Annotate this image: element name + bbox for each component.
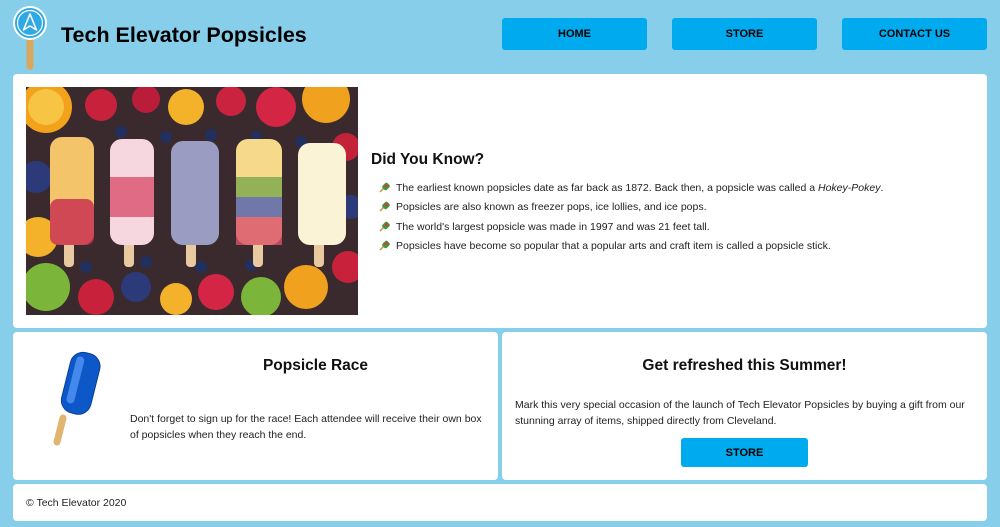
- store-button[interactable]: STORE: [681, 438, 808, 467]
- popsicle-logo-icon[interactable]: [12, 6, 48, 72]
- popsicle-race-text: Don't forget to sign up for the race! Ea…: [130, 413, 482, 441]
- popsicle-bullet-icon: [379, 182, 390, 193]
- summer-title: Get refreshed this Summer!: [642, 357, 847, 374]
- nav-home-button[interactable]: HOME: [502, 18, 647, 50]
- site-title: Tech Elevator Popsicles: [61, 23, 307, 47]
- summer-text: Mark this very special occasion of the l…: [515, 399, 965, 427]
- site-footer: © Tech Elevator 2020: [13, 484, 987, 521]
- fact-item: The earliest known popsicles date as far…: [378, 181, 883, 200]
- fact-item: Popsicles are also known as freezer pops…: [378, 200, 883, 219]
- popsicle-race-card: Popsicle Race Don't forget to sign up fo…: [13, 332, 498, 480]
- popsicles-and-fruit-photo: [26, 87, 358, 315]
- nav-store-button[interactable]: STORE: [672, 18, 817, 50]
- nav-contact-button[interactable]: CONTACT US: [842, 18, 987, 50]
- summer-card: Get refreshed this Summer! Mark this ver…: [502, 332, 987, 480]
- copyright-text: © Tech Elevator 2020: [26, 497, 127, 509]
- fact-item: Popsicles have become so popular that a …: [378, 239, 883, 258]
- did-you-know-title: Did You Know?: [371, 151, 485, 168]
- fact-item: The world's largest popsicle was made in…: [378, 220, 883, 239]
- facts-list: The earliest known popsicles date as far…: [378, 181, 883, 258]
- popsicle-race-title: Popsicle Race: [262, 357, 369, 374]
- did-you-know-card: Did You Know? The earliest known popsicl…: [13, 74, 987, 328]
- popsicle-bullet-icon: [379, 202, 390, 212]
- popsicle-bullet-icon: [379, 221, 390, 232]
- popsicle-bullet-icon: [379, 240, 390, 251]
- site-header: Tech Elevator Popsicles HOME STORE CONTA…: [0, 0, 1000, 70]
